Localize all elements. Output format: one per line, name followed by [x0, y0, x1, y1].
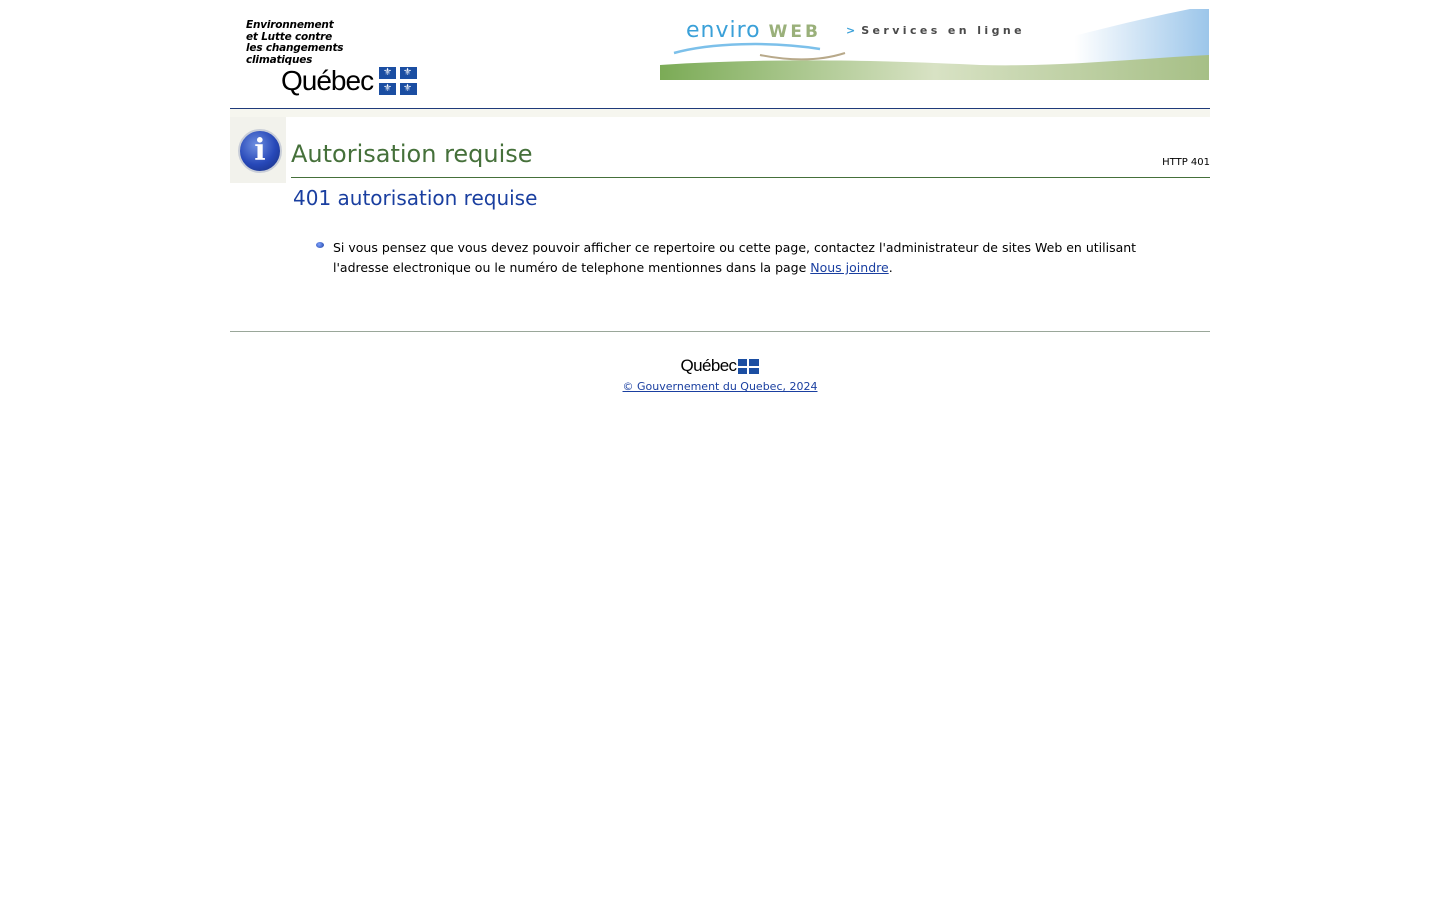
list-item: Si vous pensez que vous devez pouvoir af…: [316, 238, 1193, 278]
ministry-line: les changements: [246, 42, 344, 54]
footer-copyright: © Gouvernement du Quebec, 2024: [230, 380, 1210, 394]
quebec-logo: Québec ⚜ ⚜ ⚜ ⚜: [281, 64, 418, 98]
info-box: i: [230, 117, 286, 183]
footer-divider: [230, 331, 1210, 332]
banner-services-label: Services en ligne: [861, 24, 1025, 37]
banner-title-web: WEB: [768, 22, 821, 42]
footer-quebec-wordmark: Québec: [680, 356, 738, 375]
message-end: .: [888, 260, 893, 275]
bullet-icon: [316, 242, 324, 248]
ministry-line: Environnement: [246, 19, 334, 31]
quebec-wordmark: Québec: [281, 65, 374, 96]
banner-services: >Services en ligne: [846, 24, 1025, 37]
banner-title-enviro: enviro: [686, 18, 761, 43]
page-container: Environnement et Lutte contre les change…: [230, 0, 1210, 393]
header: Environnement et Lutte contre les change…: [230, 0, 1210, 109]
page-title: Autorisation requise: [291, 140, 533, 168]
title-row: i Autorisation requise HTTP 401: [230, 117, 1210, 187]
banner-title: enviro WEB: [686, 19, 821, 44]
quebec-flag-icon: [738, 358, 760, 374]
error-subtitle: 401 autorisation requise: [293, 186, 538, 210]
envirobweb-banner[interactable]: enviro WEB >Services en ligne: [660, 9, 1209, 80]
info-icon: i: [238, 129, 282, 173]
ministry-name: Environnement et Lutte contre les change…: [246, 19, 446, 66]
footer: Québec © Gouvernement du Quebec, 2024: [230, 356, 1210, 394]
contact-link[interactable]: Nous joindre: [810, 260, 888, 275]
footer-quebec-logo: Québec: [681, 356, 760, 376]
title-divider: [291, 177, 1210, 178]
http-code: HTTP 401: [1162, 157, 1210, 168]
ministry-logo[interactable]: Environnement et Lutte contre les change…: [246, 19, 446, 100]
header-strip: [230, 109, 1210, 117]
quebec-flag-icon: ⚜ ⚜ ⚜ ⚜: [379, 67, 418, 95]
copyright-link[interactable]: © Gouvernement du Quebec, 2024: [623, 380, 818, 393]
chevron-right-icon: >: [846, 24, 862, 37]
message-text: Si vous pensez que vous devez pouvoir af…: [333, 240, 1137, 275]
